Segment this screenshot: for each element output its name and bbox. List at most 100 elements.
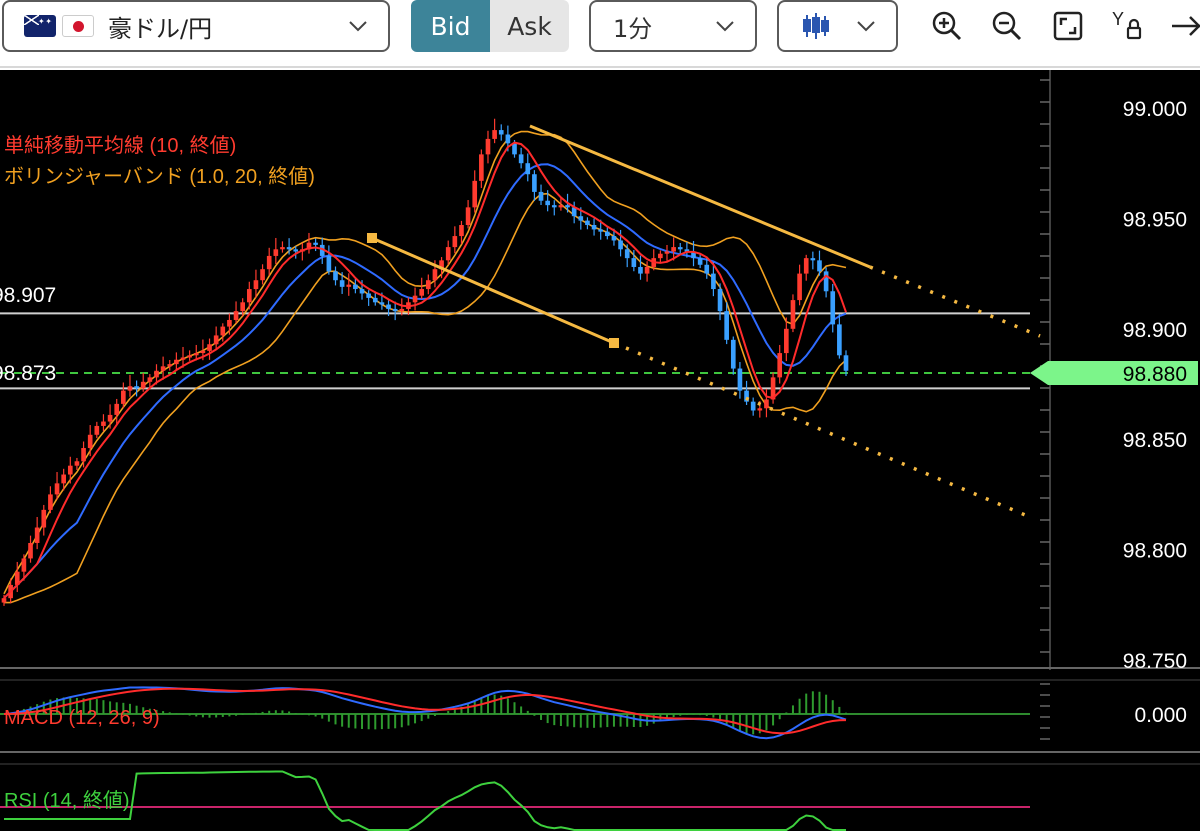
timeframe-label: 1分: [613, 14, 653, 43]
candle-body: [233, 311, 239, 320]
candle-body: [193, 353, 199, 356]
svg-text:Y: Y: [1112, 9, 1124, 29]
candle-body: [28, 542, 33, 559]
price-lock-button[interactable]: Y: [1110, 8, 1146, 44]
candle-body: [704, 264, 710, 274]
macd-indicator-label[interactable]: MACD (12, 26, 9): [4, 707, 160, 729]
zoom-out-button[interactable]: [989, 8, 1025, 44]
candle-body: [505, 134, 511, 144]
bid-button[interactable]: Bid: [411, 0, 490, 52]
candle-body: [313, 242, 318, 245]
candle-body: [777, 353, 783, 378]
fullscreen-icon: [1053, 11, 1083, 41]
candle-body: [837, 324, 842, 356]
candle-body: [598, 229, 604, 232]
candle-body: [67, 465, 73, 475]
candle-body: [134, 386, 139, 389]
symbol-selector[interactable]: 豪ドル/円: [2, 0, 390, 52]
candle-body: [538, 191, 544, 201]
candle-body: [697, 258, 703, 265]
candle-body: [432, 269, 438, 281]
candle-body: [638, 266, 643, 274]
zoom-in-button[interactable]: [929, 8, 965, 44]
candle-body: [618, 240, 623, 250]
candle-body: [585, 220, 590, 226]
candle-body: [472, 180, 478, 208]
trendline-handle[interactable]: [367, 233, 377, 243]
candle-body: [724, 311, 729, 340]
candle-body: [286, 247, 292, 250]
candle-body: [34, 527, 40, 543]
candle-body: [359, 289, 365, 294]
candle-body: [187, 355, 192, 358]
current-price-tag: 98.880: [1030, 360, 1198, 386]
candle-body: [525, 163, 531, 175]
candle-body: [333, 271, 338, 281]
candle-body: [240, 302, 245, 312]
candle-body: [677, 247, 683, 250]
candle-body: [605, 231, 610, 237]
ask-button[interactable]: Ask: [490, 0, 569, 52]
candle-body: [551, 205, 557, 208]
candle-body: [379, 302, 385, 305]
chart-area[interactable]: 単純移動平均線 (10, 終値) ボリンジャーバンド (1.0, 20, 終値)…: [0, 70, 1200, 831]
bid-ask-toggle: Bid Ask: [411, 0, 569, 52]
candle-body: [326, 255, 332, 272]
price-axis-label: 98.750: [1123, 650, 1187, 673]
candle-body: [817, 260, 822, 272]
candle-body: [127, 386, 133, 391]
candle-body: [392, 308, 398, 312]
candle-body: [266, 255, 272, 270]
price-axis-ticks: [1040, 79, 1050, 740]
candle-body: [81, 448, 86, 462]
chevron-down-icon: [857, 21, 875, 32]
price-lock-icon: Y: [1112, 9, 1142, 40]
rsi-pane: RSI (14, 終値): [0, 770, 1030, 831]
zoom-out-icon: [992, 11, 1022, 41]
rsi-indicator-label[interactable]: RSI (14, 終値): [4, 789, 130, 812]
candle-body: [207, 344, 212, 351]
trendline-lower[interactable]: [371, 236, 615, 345]
level-label-lower: 98.873: [0, 362, 56, 385]
timeframe-selector[interactable]: 1分: [589, 0, 757, 52]
candle-body: [532, 174, 537, 192]
candle-body: [452, 236, 458, 248]
candle-body: [180, 357, 186, 360]
candle-body: [797, 273, 802, 301]
candle-body: [154, 370, 159, 378]
bollinger-indicator-label[interactable]: ボリンジャーバンド (1.0, 20, 終値): [4, 165, 315, 188]
candle-body: [54, 483, 60, 495]
candle-body: [611, 236, 617, 241]
candle-body: [459, 225, 464, 237]
candle-body: [790, 300, 796, 329]
candle-body: [644, 266, 650, 274]
sma-indicator-label[interactable]: 単純移動平均線 (10, 終値): [4, 134, 236, 157]
bollinger-bands: [3, 130, 847, 604]
zoom-in-icon: [932, 11, 962, 41]
level-label-upper: 98.907: [0, 284, 56, 307]
trendline-lower-extension: [613, 341, 1031, 519]
macd-axis-label: 0.000: [1134, 704, 1187, 727]
candle-body: [200, 350, 206, 354]
candle-body: [803, 258, 809, 274]
rsi-line: [4, 770, 846, 831]
candle-body: [419, 289, 425, 296]
trendline-handle[interactable]: [609, 338, 619, 348]
candle-body: [140, 381, 146, 389]
candlestick-icon: [803, 13, 829, 39]
candle-body: [558, 205, 564, 208]
candle-body: [624, 249, 630, 259]
bollinger-band-line: [3, 130, 847, 595]
fullscreen-button[interactable]: [1050, 8, 1086, 44]
price-chart: 単純移動平均線 (10, 終値) ボリンジャーバンド (1.0, 20, 終値)…: [0, 70, 1200, 831]
candle-body: [293, 249, 299, 252]
candle-body: [412, 295, 418, 303]
candle-body: [107, 414, 113, 422]
candle-body: [353, 284, 358, 290]
candle-body: [174, 359, 179, 365]
candle-body: [399, 308, 405, 312]
candle-body: [74, 461, 80, 466]
scroll-right-button[interactable]: [1166, 8, 1200, 44]
chart-type-selector[interactable]: [777, 0, 898, 52]
candle-body: [101, 421, 106, 426]
